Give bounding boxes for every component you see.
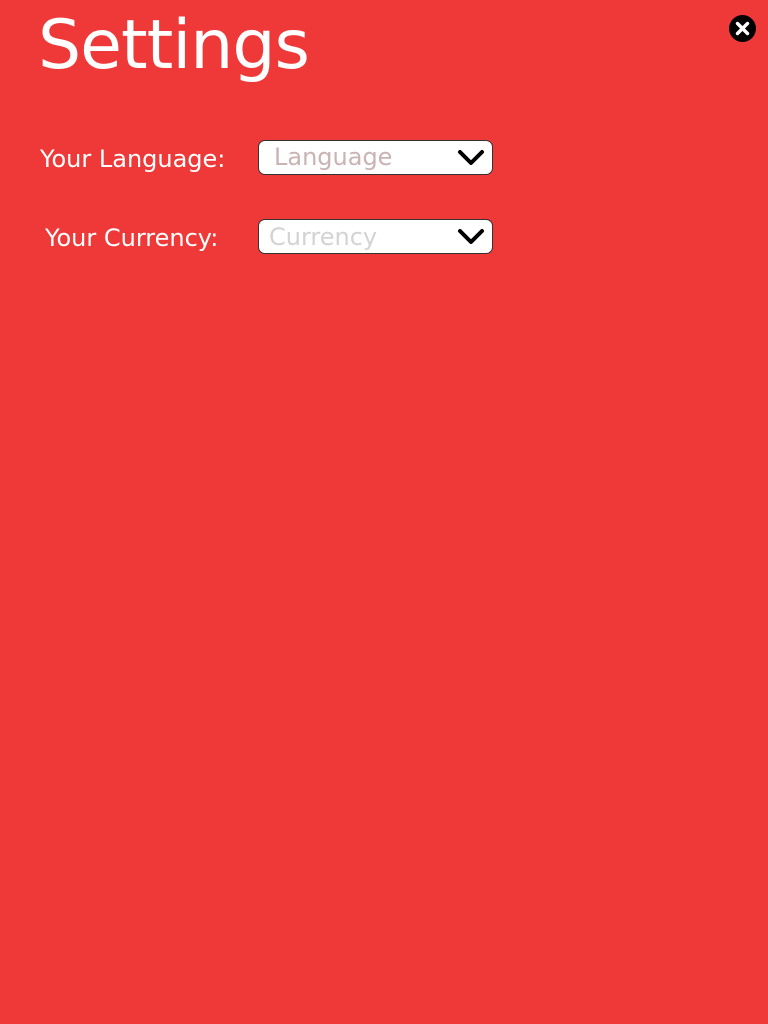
language-placeholder: Language xyxy=(274,143,393,171)
page-title: Settings xyxy=(38,6,310,85)
currency-label: Your Currency: xyxy=(45,224,219,252)
currency-select[interactable]: Currency xyxy=(258,219,493,254)
language-select[interactable]: Language xyxy=(258,140,493,175)
chevron-down-icon xyxy=(458,229,484,244)
chevron-down-icon xyxy=(458,150,484,165)
close-button[interactable] xyxy=(729,15,756,42)
language-label: Your Language: xyxy=(40,145,226,173)
currency-placeholder: Currency xyxy=(269,223,378,251)
close-icon xyxy=(735,21,750,36)
